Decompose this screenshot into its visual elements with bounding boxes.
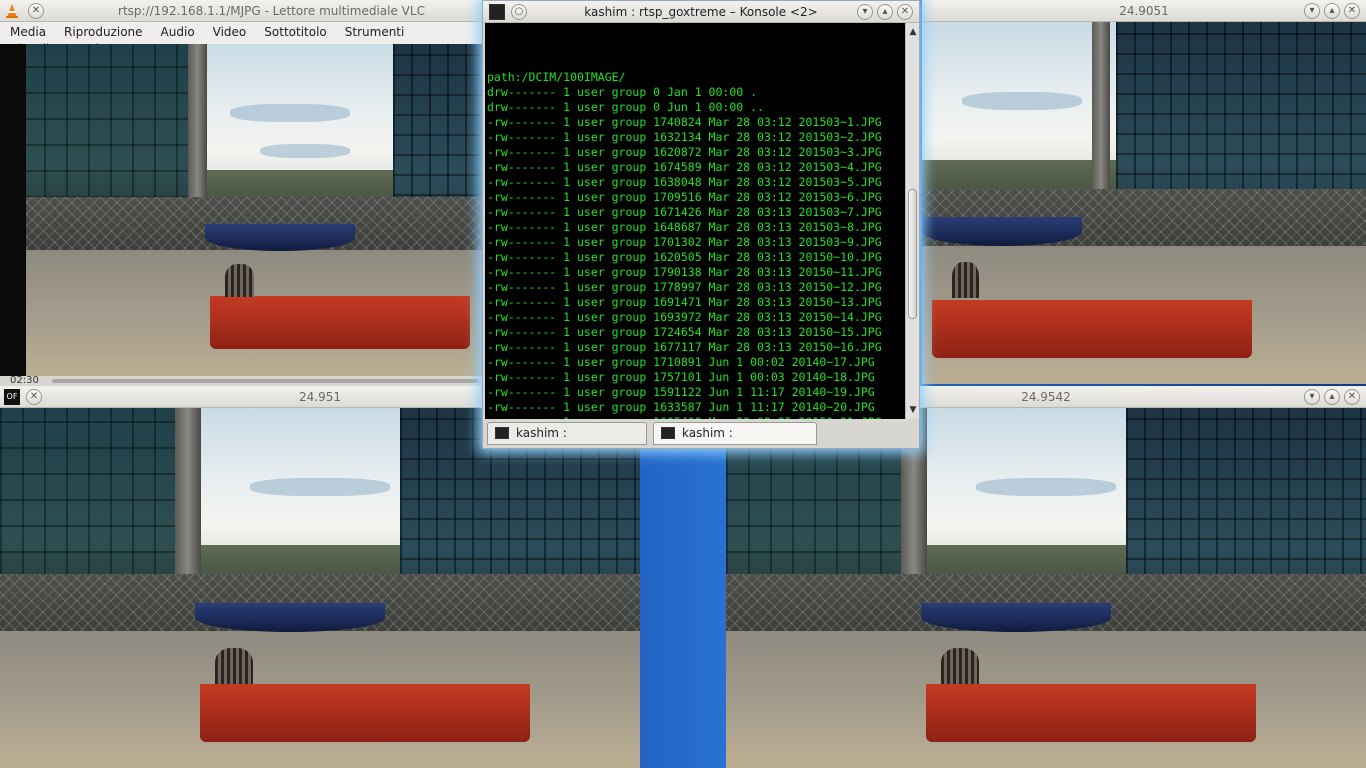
maximize-button[interactable]: ▴ [877, 4, 893, 20]
maximize-button[interactable]: ▴ [1324, 3, 1340, 19]
terminal-line: -rw------- 1 user group 1620505 Mar 28 0… [487, 250, 882, 264]
scrollbar-thumb[interactable] [908, 189, 917, 319]
terminal-icon [489, 4, 505, 20]
terminal-line: -rw------- 1 user group 1693972 Mar 28 0… [487, 310, 882, 324]
terminal-scrollbar[interactable]: ▲ ▼ [905, 23, 919, 419]
vlc-window-title: rtsp://192.168.1.1/MJPG - Lettore multim… [118, 4, 425, 18]
window-title-bottom-left: 24.951 [299, 390, 341, 404]
video-frame[interactable] [922, 22, 1366, 384]
tab-label: kashim : rtsp_goxtreme [516, 426, 603, 448]
terminal-line: -rw------- 1 user group 1740824 Mar 28 0… [487, 115, 882, 129]
video-frame[interactable] [726, 408, 1366, 768]
tab-label: kashim : rtsp_goxtreme [682, 426, 769, 448]
konsole-titlebar[interactable]: ○ kashim : rtsp_goxtreme – Konsole <2> ▾… [483, 1, 919, 23]
terminal-line: -rw------- 1 user group 1632134 Mar 28 0… [487, 130, 882, 144]
scroll-up-icon[interactable]: ▲ [906, 25, 919, 39]
terminal-line: -rw------- 1 user group 1790138 Mar 28 0… [487, 265, 882, 279]
terminal-line: drw------- 1 user group 0 Jun 1 00:00 .. [487, 100, 764, 114]
menu-riproduzione[interactable]: Riproduzione [54, 22, 151, 39]
terminal-line: -rw------- 1 user group 1701302 Mar 28 0… [487, 235, 882, 249]
terminal-line: -rw------- 1 user group 1648687 Mar 28 0… [487, 220, 882, 234]
terminal-line: -rw------- 1 user group 1724654 Mar 28 0… [487, 325, 882, 339]
menu-sottotitolo[interactable]: Sottotitolo [254, 22, 334, 39]
close-button[interactable]: ✕ [897, 4, 913, 20]
video-window-top-right: 24.9051 ▾ ▴ ✕ [922, 0, 1366, 384]
seek-slider[interactable] [52, 379, 479, 383]
titlebar-top-right[interactable]: 24.9051 ▾ ▴ ✕ [922, 0, 1366, 22]
window-title-top-right: 24.9051 [1119, 4, 1169, 18]
terminal-line: -rw------- 1 user group 1778997 Mar 28 0… [487, 280, 882, 294]
menu-video[interactable]: Video [203, 22, 255, 39]
menu-strumenti[interactable]: Strumenti [335, 22, 413, 39]
terminal-line: path:/DCIM/100IMAGE/ [487, 70, 626, 84]
tab-session-2[interactable]: kashim : rtsp_goxtreme [653, 422, 817, 448]
terminal-line: -rw------- 1 user group 1757101 Jun 1 00… [487, 370, 875, 384]
close-button[interactable]: ✕ [1344, 3, 1360, 19]
terminal-line: drw------- 1 user group 0 Jan 1 00:00 . [487, 85, 758, 99]
konsole-window: ○ kashim : rtsp_goxtreme – Konsole <2> ▾… [482, 0, 920, 449]
scroll-down-icon[interactable]: ▼ [906, 403, 919, 417]
terminal-line: -rw------- 1 user group 1591122 Jun 1 11… [487, 385, 875, 399]
terminal-line: -rw------- 1 user group 1677117 Mar 28 0… [487, 340, 882, 354]
tab-session-1[interactable]: kashim : rtsp_goxtreme [487, 422, 647, 448]
vlc-statusbar: 02:30 [0, 375, 483, 386]
terminal-output[interactable]: path:/DCIM/100IMAGE/drw------- 1 user gr… [485, 23, 905, 443]
minimize-button[interactable]: ▾ [857, 4, 873, 20]
terminal-lines: path:/DCIM/100IMAGE/drw------- 1 user gr… [487, 70, 905, 430]
konsole-window-title: kashim : rtsp_goxtreme – Konsole <2> [584, 5, 818, 19]
close-button[interactable]: ✕ [1344, 389, 1360, 405]
terminal-line: -rw------- 1 user group 1633587 Jun 1 11… [487, 400, 875, 414]
terminal-line: -rw------- 1 user group 1709516 Mar 28 0… [487, 190, 882, 204]
terminal-line: -rw------- 1 user group 1691471 Mar 28 0… [487, 295, 882, 309]
window-title-bottom-right: 24.9542 [1021, 390, 1071, 404]
vlc-window: ✕ rtsp://192.168.1.1/MJPG - Lettore mult… [0, 0, 483, 386]
terminal-icon [661, 427, 675, 439]
close-button[interactable]: ✕ [26, 389, 42, 405]
maximize-button[interactable]: ▴ [1324, 389, 1340, 405]
video-frame[interactable] [0, 408, 640, 768]
terminal-line: -rw------- 1 user group 1620872 Mar 28 0… [487, 145, 882, 159]
vlc-cone-icon [4, 3, 20, 19]
minimize-button[interactable]: ▾ [1304, 389, 1320, 405]
konsole-tabbar: kashim : rtsp_goxtreme kashim : rtsp_gox… [483, 419, 919, 448]
terminal-line: -rw------- 1 user group 1671426 Mar 28 0… [487, 205, 882, 219]
close-button[interactable]: ✕ [28, 3, 44, 19]
menu-audio[interactable]: Audio [151, 22, 203, 39]
video-frame[interactable] [0, 44, 483, 376]
app-icon: OF [4, 389, 20, 405]
menu-media[interactable]: Media [0, 22, 54, 39]
terminal-icon [495, 427, 509, 439]
terminal-line: -rw------- 1 user group 1710891 Jun 1 00… [487, 355, 875, 369]
terminal-line: -rw------- 1 user group 1638048 Mar 28 0… [487, 175, 882, 189]
vlc-titlebar[interactable]: ✕ rtsp://192.168.1.1/MJPG - Lettore mult… [0, 0, 483, 22]
terminal-line: -rw------- 1 user group 1674589 Mar 28 0… [487, 160, 882, 174]
minimize-button[interactable]: ▾ [1304, 3, 1320, 19]
elapsed-time: 02:30 [10, 375, 39, 386]
vlc-menubar: Media Riproduzione Audio Video Sottotitolo St… [0, 22, 483, 56]
